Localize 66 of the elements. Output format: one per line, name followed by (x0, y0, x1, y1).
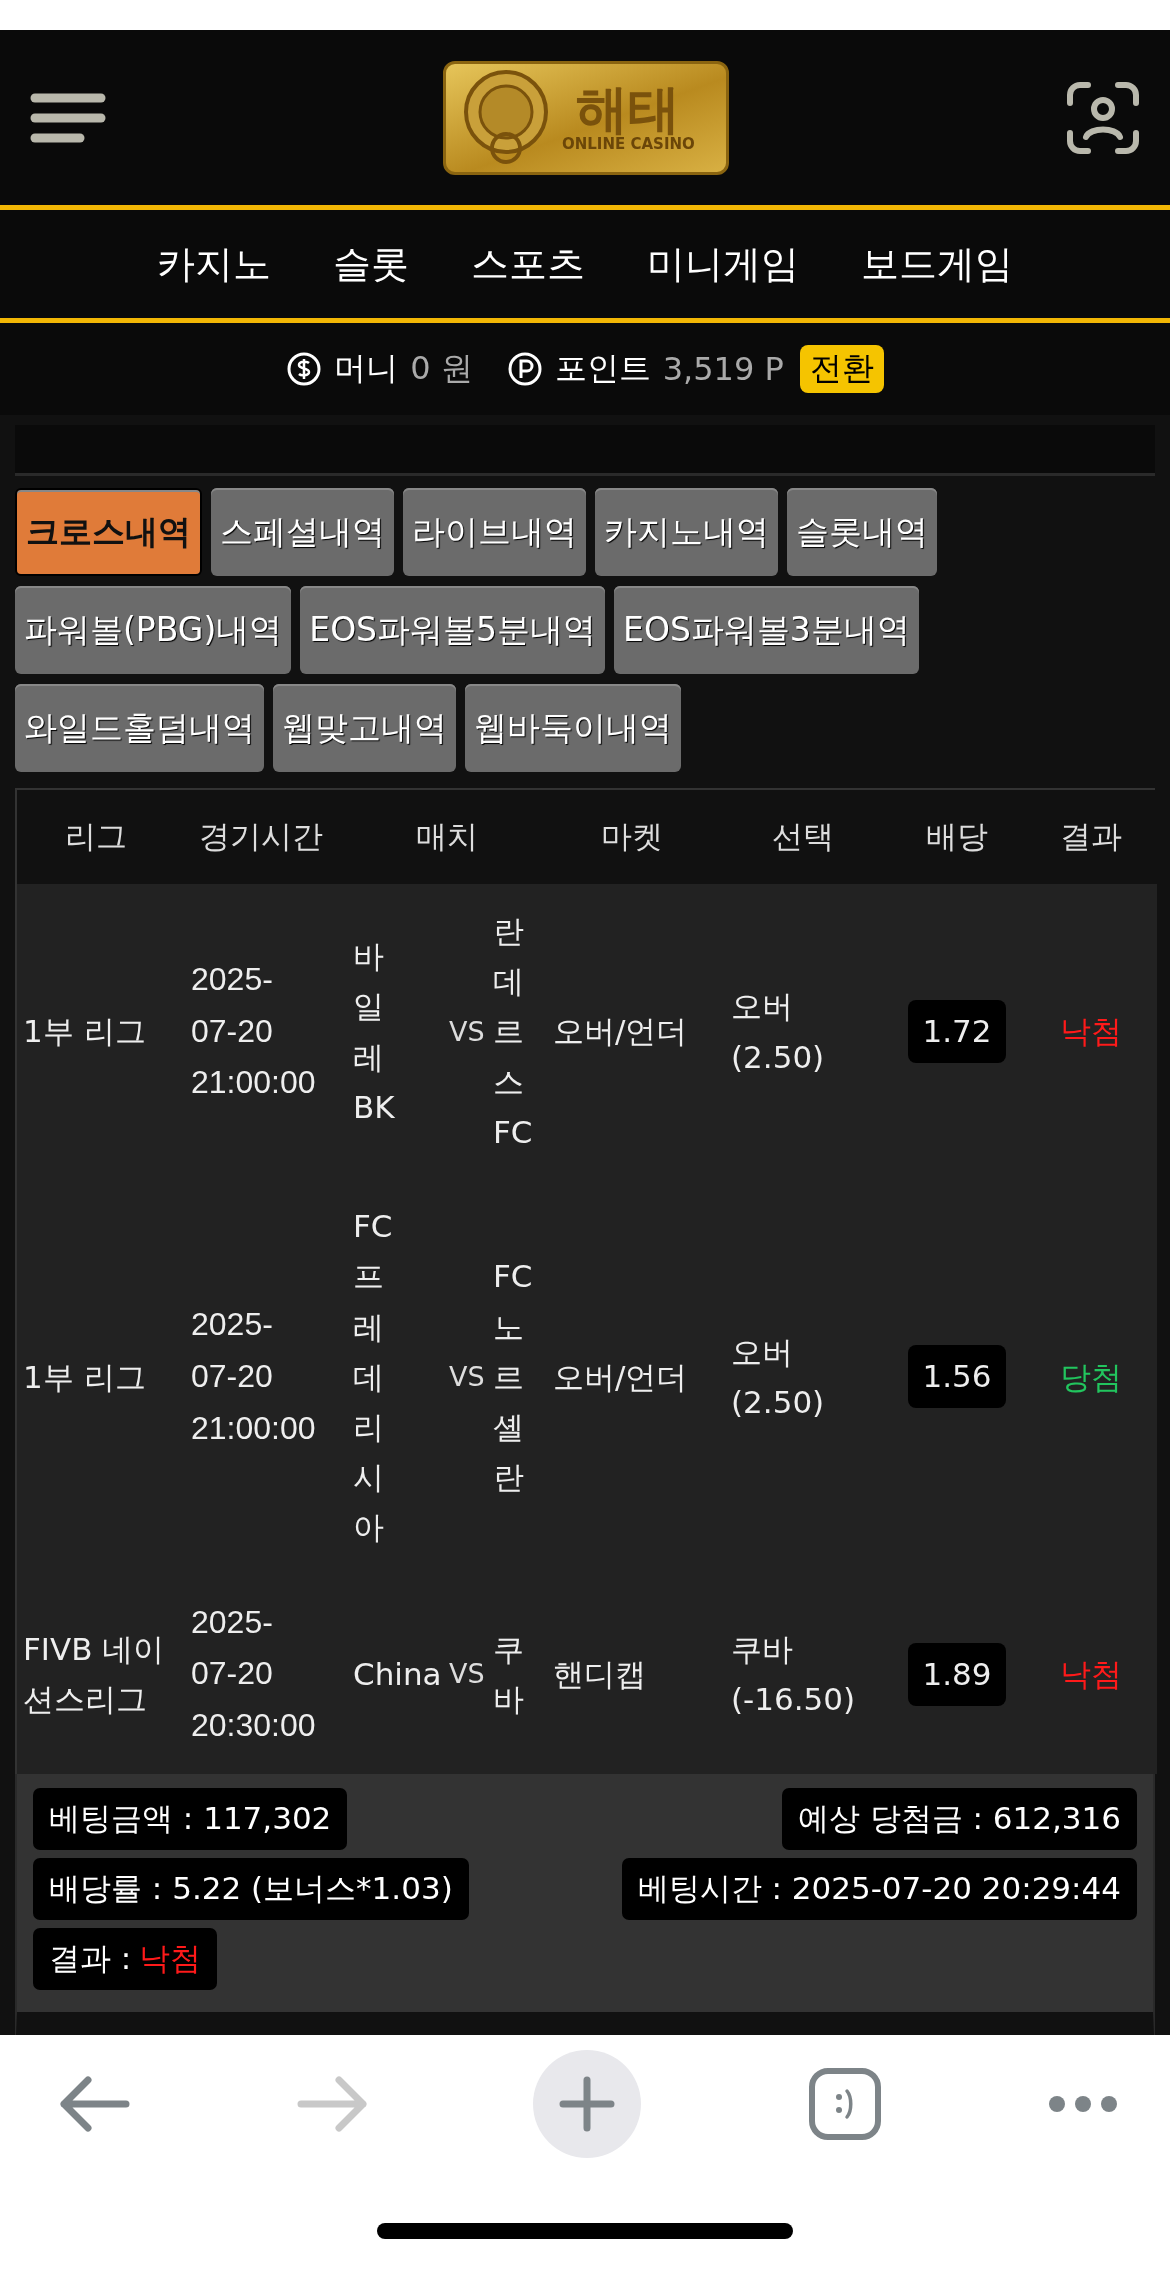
point-label: 포인트 (554, 348, 651, 389)
history-tab[interactable]: 웹맞고내역 (273, 684, 456, 772)
history-tab[interactable]: 카지노내역 (595, 488, 778, 576)
money-value: 0 원 (410, 348, 473, 389)
menu-icon[interactable] (30, 92, 106, 143)
market-cell: 오버/언더 (547, 884, 717, 1180)
result-label: 결과 : (49, 1939, 132, 1979)
money-label: 머니 (334, 348, 399, 389)
home-team: China (353, 1655, 442, 1695)
away-team: 란데르스FC (493, 912, 533, 1152)
more-icon[interactable] (1048, 2095, 1118, 2113)
new-tab-button[interactable] (533, 2050, 641, 2158)
time-text: 2025-07-20 20:30:00 (191, 1602, 317, 1746)
nav-link[interactable]: 슬롯 (333, 238, 409, 290)
odds-badge: 1.89 (908, 1642, 1006, 1706)
face-scan-icon[interactable] (1066, 80, 1140, 155)
home-team: 바일레BK (353, 937, 395, 1127)
expected-win-label: 예상 당첨금 : 612,316 (781, 1788, 1137, 1851)
tabs-icon[interactable] (807, 2067, 882, 2141)
odds-badge: 1.72 (908, 1000, 1006, 1063)
nav-link[interactable]: 스포츠 (471, 238, 585, 290)
history-tab[interactable]: EOS파워볼5분내역 (300, 586, 606, 674)
home-team: FC프레데리시아 (353, 1207, 393, 1548)
nav-link[interactable]: 보드게임 (861, 238, 1013, 290)
logo-title: 해태 (576, 82, 681, 135)
result-value: 낙첨 (139, 1939, 202, 1979)
away-team: FC노르셸란 (493, 1257, 533, 1498)
logo-subtitle: ONLINE CASINO (562, 134, 695, 153)
convert-button[interactable]: 전환 (799, 345, 884, 393)
league-cell: 1부 리그 (17, 1179, 175, 1575)
versus-label: VS (449, 1360, 486, 1394)
history-tab[interactable]: 와일드홀덤내역 (15, 684, 264, 772)
league-cell: FIVB 네이션스리그 (17, 1574, 175, 1775)
point-icon (506, 351, 543, 387)
time-text: 2025-07-20 21:00:00 (191, 1305, 317, 1448)
bet-time-label: 베팅시간 : 2025-07-20 20:29:44 (621, 1858, 1137, 1921)
point-value: 3,519 P (662, 350, 784, 388)
result-text: 낙첨 (1060, 1013, 1122, 1050)
market-cell: 핸디캡 (547, 1574, 717, 1775)
history-tab[interactable]: 슬롯내역 (787, 488, 937, 576)
back-arrow-icon[interactable] (60, 2076, 130, 2132)
versus-label: VS (449, 1014, 486, 1049)
history-tab[interactable]: EOS파워볼3분내역 (614, 586, 919, 674)
result-text: 당첨 (1060, 1358, 1122, 1395)
history-tab[interactable]: 웹바둑이내역 (465, 684, 681, 772)
column-header: 결과 (1025, 790, 1157, 884)
history-tab[interactable]: 크로스내역 (15, 488, 202, 576)
result-text: 낙첨 (1060, 1656, 1122, 1693)
history-tab[interactable]: 스페셜내역 (211, 488, 394, 576)
odds-rate-label: 배당률 : 5.22 (보너스*1.03) (33, 1858, 469, 1921)
history-tab[interactable]: 라이브내역 (403, 488, 586, 576)
nav-link[interactable]: 카지노 (157, 238, 271, 290)
logo[interactable]: 해태 ONLINE CASINO (443, 60, 729, 175)
nav-link[interactable]: 미니게임 (647, 238, 799, 290)
league-cell: 1부 리그 (17, 884, 175, 1180)
selection-cell: 오버 (2.50) (717, 884, 889, 1180)
bet-amount-label: 베팅금액 : 117,302 (33, 1788, 348, 1851)
selection-cell: 쿠바 (-16.50) (717, 1574, 889, 1775)
dollar-icon (286, 351, 323, 387)
selection-cell: 오버 (2.50) (717, 1179, 889, 1575)
away-team: 쿠바 (493, 1630, 524, 1720)
history-tab[interactable]: 파워볼(PBG)내역 (15, 586, 292, 674)
versus-label: VS (449, 1657, 486, 1692)
market-cell: 오버/언더 (547, 1179, 717, 1575)
time-text: 2025-07-20 21:00:00 (191, 959, 317, 1103)
odds-badge: 1.56 (908, 1345, 1006, 1409)
